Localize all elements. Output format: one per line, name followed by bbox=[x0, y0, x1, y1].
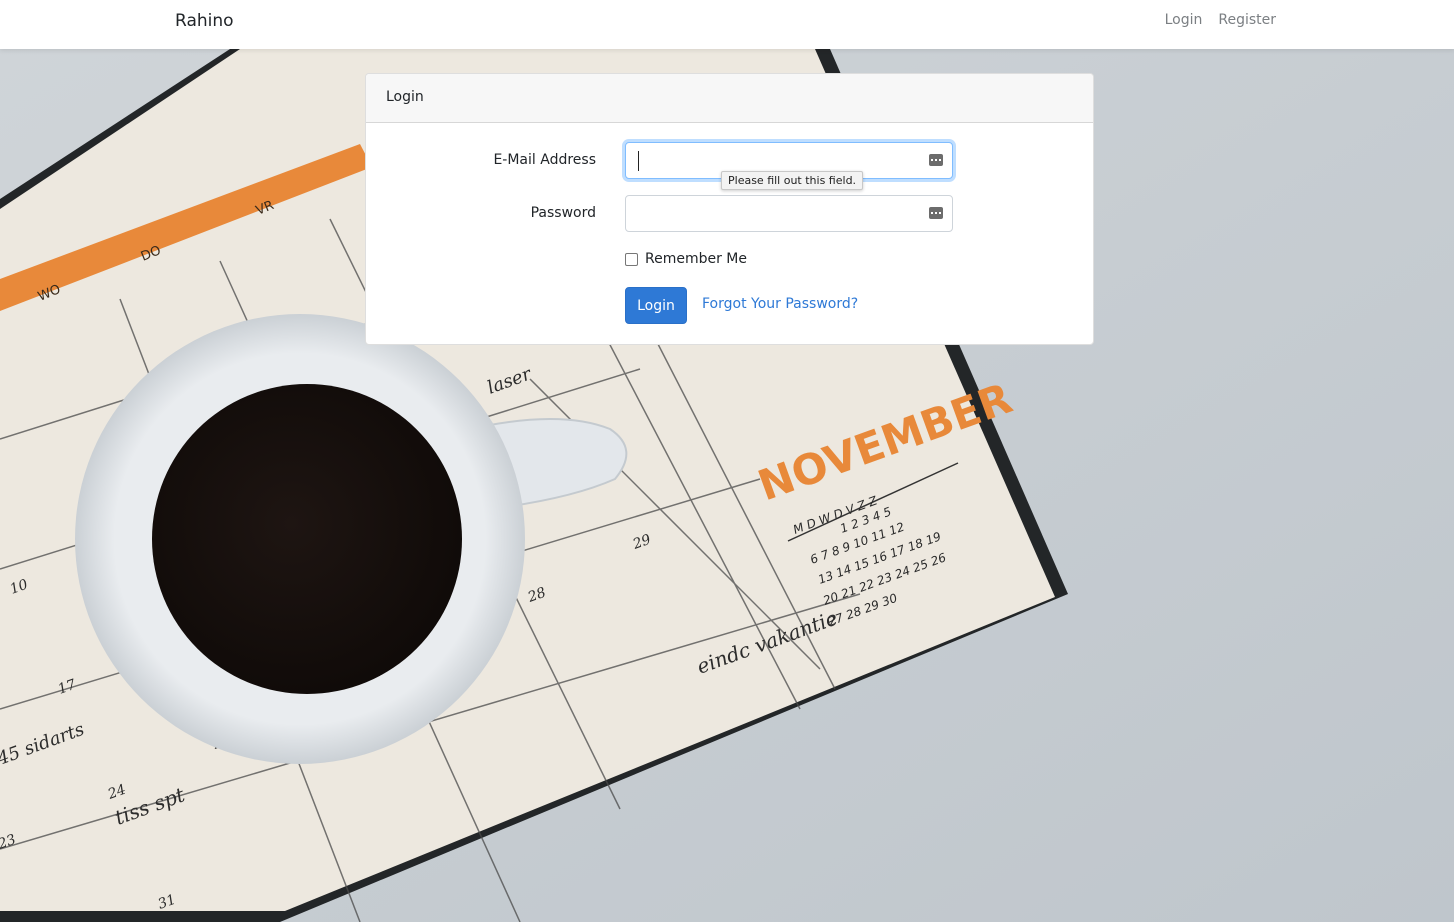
validation-tooltip: Please fill out this field. bbox=[721, 171, 864, 190]
login-card: Login E-Mail Address Please fill out thi… bbox=[365, 73, 1094, 345]
forgot-password-link[interactable]: Forgot Your Password? bbox=[702, 296, 858, 312]
nav-links: Login Register bbox=[1165, 12, 1276, 28]
password-manager-icon[interactable] bbox=[929, 207, 943, 219]
remember-me-label[interactable]: Remember Me bbox=[645, 251, 747, 267]
brand-logo[interactable]: Rahino bbox=[175, 11, 234, 31]
remember-me-checkbox[interactable] bbox=[625, 252, 638, 266]
card-header: Login bbox=[366, 74, 1093, 123]
login-button[interactable]: Login bbox=[625, 287, 687, 324]
nav-register-link[interactable]: Register bbox=[1218, 12, 1276, 28]
password-field[interactable] bbox=[625, 195, 953, 232]
email-label: E-Mail Address bbox=[493, 152, 596, 168]
text-caret bbox=[638, 151, 639, 171]
password-manager-icon[interactable] bbox=[929, 154, 943, 166]
password-label: Password bbox=[530, 205, 596, 221]
top-navbar: Rahino Login Register bbox=[0, 0, 1454, 49]
remember-me-row: Remember Me bbox=[625, 251, 747, 267]
nav-login-link[interactable]: Login bbox=[1165, 12, 1203, 28]
